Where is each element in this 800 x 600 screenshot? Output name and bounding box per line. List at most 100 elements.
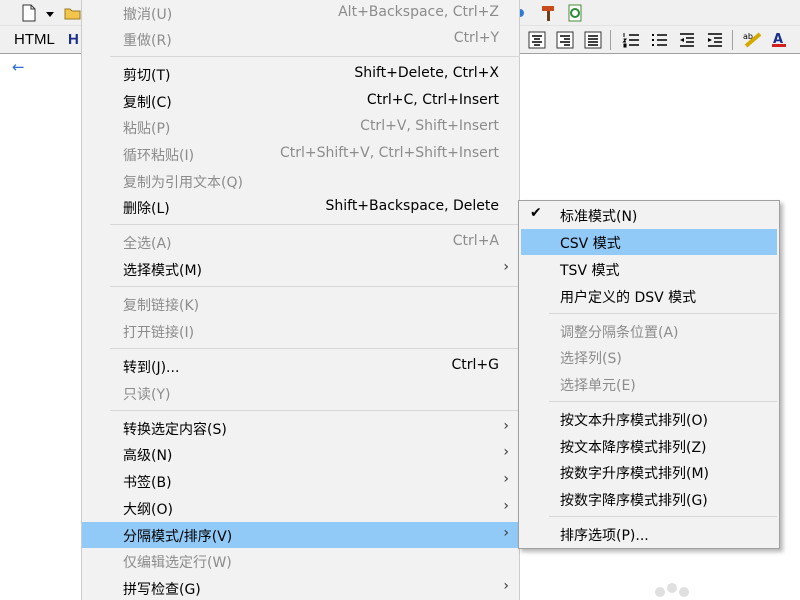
menu-item-select-all[interactable]: 全选(A) Ctrl+A [82,229,519,255]
align-right-icon[interactable] [556,31,574,49]
menu-item-goto[interactable]: 转到(J)... Ctrl+G [82,353,519,379]
menu-item-shortcut: Alt+Backspace, Ctrl+Z [338,4,499,20]
menu-item-label: 只读(Y) [123,387,171,403]
menu-item-advanced[interactable]: 高级(N) › [82,441,519,467]
menu-item-convert-selection[interactable]: 转换选定内容(S) › [82,415,519,441]
menu-item-edit-selected-lines[interactable]: 仅编辑选定行(W) [82,548,519,574]
submenu-separator [549,313,777,314]
menu-item-shortcut: Ctrl+C, Ctrl+Insert [366,92,499,108]
menu-item-label: 撤消(U) [123,7,173,23]
outdent-icon[interactable] [678,31,696,49]
menu-item-label: 删除(L) [123,201,170,217]
menu-item-redo[interactable]: 重做(R) Ctrl+Y [82,26,519,52]
menu-item-label: 剪切(T) [123,68,171,84]
menu-item-label: 仅编辑选定行(W) [123,555,232,571]
hammer-icon[interactable] [540,4,558,22]
submenu-item-label: 选择单元(E) [560,378,636,394]
submenu-item-select-column[interactable]: 选择列(S) [521,344,777,370]
menu-item-shortcut: Ctrl+V, Shift+Insert [360,118,499,134]
menu-item-delete[interactable]: 删除(L) Shift+Backspace, Delete [82,194,519,220]
menu-item-undo[interactable]: 撤消(U) Alt+Backspace, Ctrl+Z [82,0,519,26]
menu-separator [110,224,520,225]
submenu-item-select-cell[interactable]: 选择单元(E) [521,371,777,397]
menu-item-label: 复制为引用文本(Q) [123,175,243,191]
menu-item-label: 循环粘贴(I) [123,148,195,164]
menu-item-copy-as-quote[interactable]: 复制为引用文本(Q) [82,168,519,194]
watermark-paw-icon [655,583,689,597]
align-center-icon[interactable] [528,31,546,49]
menu-item-cut[interactable]: 剪切(T) Shift+Delete, Ctrl+X [82,61,519,87]
menu-item-label: 高级(N) [123,448,173,464]
menu-item-label: 分隔模式/排序(V) [123,529,233,545]
menu-separator [110,410,520,411]
menu-item-label: 转换选定内容(S) [123,422,227,438]
menu-item-paste[interactable]: 粘贴(P) Ctrl+V, Shift+Insert [82,114,519,140]
menu-item-separator-mode-sort[interactable]: 分隔模式/排序(V) › [82,522,519,548]
toolbar-separator [732,30,733,50]
menu-item-label: 大纲(O) [123,502,173,518]
submenu-item-label: 按数字降序模式排列(G) [560,493,708,509]
menu-item-label: 拼写检查(G) [123,582,201,598]
menu-separator [110,56,520,57]
submenu-item-label: TSV 模式 [560,263,620,279]
back-arrow-icon[interactable]: ← [12,58,25,76]
open-folder-icon[interactable] [64,4,82,22]
submenu-item-label: 排序选项(P)... [560,528,649,544]
menu-item-shortcut: Shift+Backspace, Delete [325,198,499,214]
html-mode-label[interactable]: HTML [14,31,55,48]
context-menu: 撤消(U) Alt+Backspace, Ctrl+Z 重做(R) Ctrl+Y… [81,0,520,600]
submenu-item-sort-options[interactable]: 排序选项(P)... [521,521,777,547]
numbered-list-icon[interactable] [622,31,640,49]
chevron-right-icon: › [503,471,509,487]
menu-item-select-mode[interactable]: 选择模式(M) › [82,256,519,282]
spell-check-icon[interactable]: ab [742,30,764,48]
submenu-item-standard-mode[interactable]: ✔ 标准模式(N) [521,202,777,228]
menu-item-shortcut: Shift+Delete, Ctrl+X [354,65,499,81]
checkmark-icon: ✔ [530,205,542,221]
menu-item-outline[interactable]: 大纲(O) › [82,495,519,521]
submenu-item-label: 按文本升序模式排列(O) [560,413,708,429]
menu-separator [110,348,520,349]
menu-separator [110,286,520,287]
submenu-item-sort-number-desc[interactable]: 按数字降序模式排列(G) [521,486,777,512]
menu-item-bookmarks[interactable]: 书签(B) › [82,468,519,494]
submenu-item-label: CSV 模式 [560,236,621,252]
menu-item-copy-link[interactable]: 复制链接(K) [82,291,519,317]
justify-icon[interactable] [584,31,602,49]
chevron-right-icon: › [503,444,509,460]
refresh-page-icon[interactable] [566,4,584,22]
menu-item-spell-check[interactable]: 拼写检查(G) › [82,575,519,600]
menu-item-label: 书签(B) [123,475,172,491]
menu-item-shortcut: Ctrl+Y [453,30,499,46]
menu-item-shortcut: Ctrl+G [451,357,500,373]
menu-item-read-only[interactable]: 只读(Y) [82,380,519,406]
menu-item-shortcut: Ctrl+A [452,233,499,249]
font-color-icon[interactable]: A [770,30,788,48]
submenu-item-adjust-separator[interactable]: 调整分隔条位置(A) [521,318,777,344]
chevron-right-icon: › [503,259,509,275]
submenu-item-user-dsv-mode[interactable]: 用户定义的 DSV 模式 [521,283,777,309]
chevron-down-icon[interactable] [44,5,56,23]
menu-item-copy[interactable]: 复制(C) Ctrl+C, Ctrl+Insert [82,88,519,114]
menu-item-label: 复制(C) [123,95,172,111]
menu-item-open-link[interactable]: 打开链接(I) [82,318,519,344]
submenu-item-label: 选择列(S) [560,351,622,367]
submenu-item-label: 标准模式(N) [560,209,638,225]
chevron-right-icon: › [503,418,509,434]
submenu-item-sort-text-asc[interactable]: 按文本升序模式排列(O) [521,406,777,432]
submenu-item-label: 调整分隔条位置(A) [560,325,679,341]
menu-item-label: 粘贴(P) [123,121,171,137]
new-file-icon[interactable] [20,4,38,22]
bulleted-list-icon[interactable] [650,31,668,49]
chevron-right-icon: › [503,498,509,514]
chevron-right-icon: › [503,578,509,594]
separator-mode-submenu: ✔ 标准模式(N) CSV 模式 TSV 模式 用户定义的 DSV 模式 调整分… [518,200,780,549]
submenu-item-sort-number-asc[interactable]: 按数字升序模式排列(M) [521,459,777,485]
indent-icon[interactable] [706,31,724,49]
submenu-item-csv-mode[interactable]: CSV 模式 [521,229,777,255]
submenu-item-tsv-mode[interactable]: TSV 模式 [521,256,777,282]
submenu-item-sort-text-desc[interactable]: 按文本降序模式排列(Z) [521,433,777,459]
menu-item-cycle-paste[interactable]: 循环粘贴(I) Ctrl+Shift+V, Ctrl+Shift+Insert [82,141,519,167]
heading-button[interactable]: H [68,31,79,48]
menu-item-label: 全选(A) [123,236,172,252]
